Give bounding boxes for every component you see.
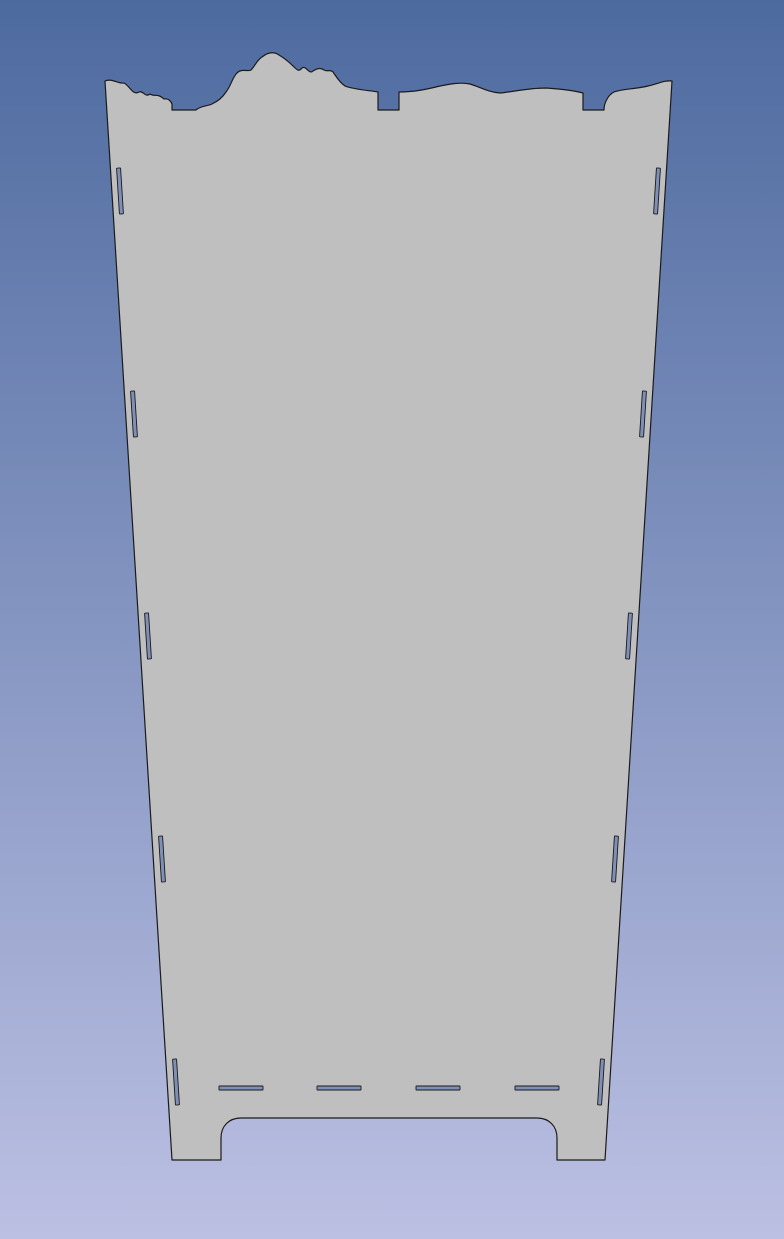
bottom-slot xyxy=(316,1085,362,1091)
bottom-slot xyxy=(514,1085,560,1091)
sheet-part-panel[interactable] xyxy=(104,52,673,1161)
viewport-canvas[interactable] xyxy=(0,0,784,1239)
bottom-slot xyxy=(415,1085,461,1091)
bottom-slot xyxy=(218,1085,264,1091)
cad-viewport[interactable] xyxy=(0,0,784,1239)
